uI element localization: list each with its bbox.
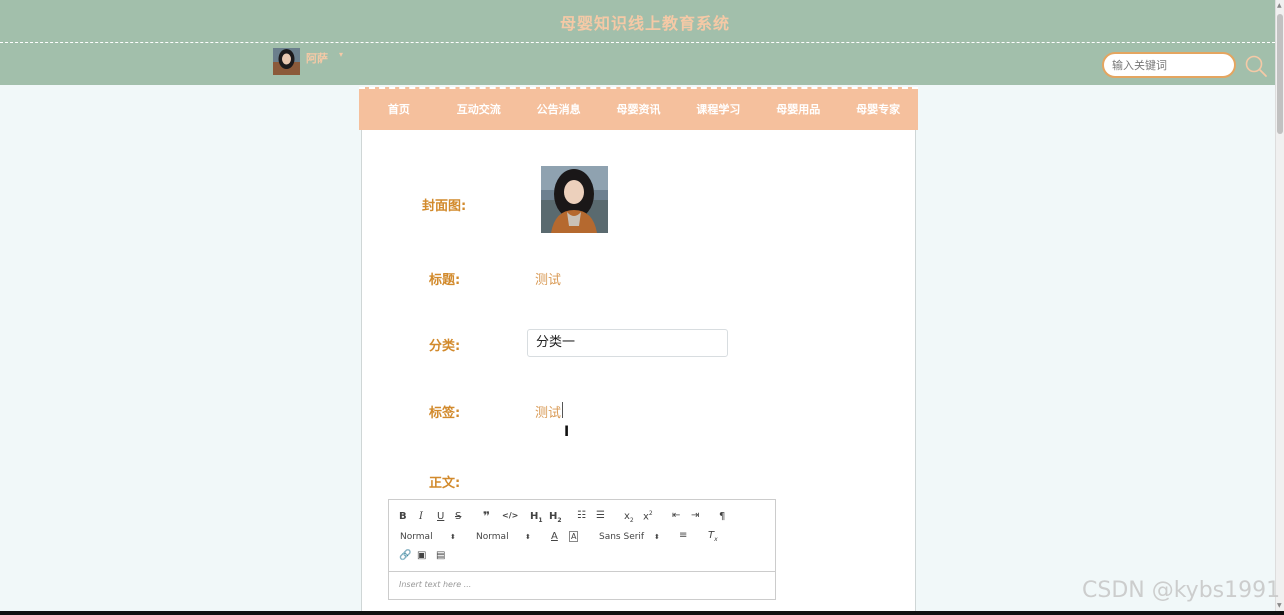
scroll-up-arrow-icon[interactable]: ▲ xyxy=(1277,2,1282,9)
italic-icon[interactable]: I xyxy=(419,511,423,522)
watermark: CSDN @kybs1991 xyxy=(1082,578,1281,603)
scroll-thumb[interactable] xyxy=(1277,14,1283,134)
background-color-icon[interactable]: A xyxy=(569,531,579,542)
main-nav: 首页 互动交流 公告消息 母婴资讯 课程学习 母婴用品 母婴专家 xyxy=(359,87,918,130)
user-menu-chevron-icon[interactable]: ▾ xyxy=(339,50,343,59)
header-select-chevron-icon[interactable]: ⬍ xyxy=(450,533,456,541)
bold-icon[interactable]: B xyxy=(399,511,407,522)
search-icon[interactable] xyxy=(1244,54,1268,78)
link-icon[interactable]: 🔗 xyxy=(399,550,411,561)
editor-placeholder[interactable]: Insert text here ... xyxy=(399,580,471,589)
text-caret xyxy=(562,402,563,418)
title-label: 标题: xyxy=(429,273,461,288)
heading2-icon[interactable]: H2 xyxy=(549,511,562,524)
clear-format-icon[interactable]: Tx xyxy=(708,530,718,543)
font-family-select[interactable]: Sans Serif xyxy=(599,532,644,542)
category-select[interactable]: 分类一 xyxy=(527,329,728,357)
cover-image[interactable] xyxy=(541,166,608,233)
user-avatar[interactable] xyxy=(273,48,300,75)
body-label: 正文: xyxy=(429,476,461,491)
nav-item-news[interactable]: 母婴资讯 xyxy=(599,89,679,130)
editor-toolbar: B I U S ❞ </> H1 H2 ☷ ☰ x2 x2 ⇤ ⇥ ¶ Norm… xyxy=(389,500,775,572)
header-select[interactable]: Normal xyxy=(400,532,433,542)
header-divider xyxy=(0,42,1275,43)
category-label: 分类: xyxy=(429,339,461,354)
font-color-icon[interactable]: A xyxy=(551,531,558,542)
underline-icon[interactable]: U xyxy=(437,511,444,522)
rich-text-editor: B I U S ❞ </> H1 H2 ☷ ☰ x2 x2 ⇤ ⇥ ¶ Norm… xyxy=(388,499,776,600)
text-direction-icon[interactable]: ¶ xyxy=(719,511,725,522)
nav-item-products[interactable]: 母婴用品 xyxy=(758,89,838,130)
superscript-icon[interactable]: x2 xyxy=(643,510,653,522)
outdent-icon[interactable]: ⇤ xyxy=(672,510,680,521)
nav-item-courses[interactable]: 课程学习 xyxy=(678,89,758,130)
strikethrough-icon[interactable]: S xyxy=(455,511,461,522)
font-select-chevron-icon[interactable]: ⬍ xyxy=(654,533,660,541)
bottom-bar xyxy=(0,611,1284,615)
search-input[interactable] xyxy=(1102,52,1236,78)
nav-item-home[interactable]: 首页 xyxy=(359,89,439,130)
tags-input[interactable]: 测试 xyxy=(535,402,561,421)
scroll-down-arrow-icon[interactable]: ▼ xyxy=(1277,602,1282,609)
video-icon[interactable]: ▤ xyxy=(436,550,445,561)
page-scrollbar[interactable]: ▲ ▼ xyxy=(1275,0,1284,615)
site-title: 母婴知识线上教育系统 xyxy=(559,14,730,33)
blockquote-icon[interactable]: ❞ xyxy=(483,509,490,523)
nav-item-forum[interactable]: 互动交流 xyxy=(439,89,519,130)
size-select[interactable]: Normal xyxy=(476,532,509,542)
subscript-icon[interactable]: x2 xyxy=(624,511,634,524)
indent-icon[interactable]: ⇥ xyxy=(691,510,699,521)
tags-label: 标签: xyxy=(429,406,461,421)
heading1-icon[interactable]: H1 xyxy=(530,511,543,524)
image-icon[interactable]: ▣ xyxy=(417,550,426,561)
username[interactable]: 阿萨 xyxy=(306,50,328,66)
align-icon[interactable]: ≡ xyxy=(679,530,687,541)
nav-item-experts[interactable]: 母婴专家 xyxy=(838,89,918,130)
nav-item-notices[interactable]: 公告消息 xyxy=(519,89,599,130)
size-select-chevron-icon[interactable]: ⬍ xyxy=(525,533,531,541)
ibeam-cursor-icon: I xyxy=(564,424,570,440)
code-block-icon[interactable]: </> xyxy=(502,511,518,520)
bullet-list-icon[interactable]: ☰ xyxy=(596,510,605,521)
header: 母婴知识线上教育系统 阿萨 ▾ xyxy=(0,0,1275,85)
title-value[interactable]: 测试 xyxy=(535,269,561,288)
ordered-list-icon[interactable]: ☷ xyxy=(577,510,586,521)
cover-label: 封面图: xyxy=(422,199,467,214)
